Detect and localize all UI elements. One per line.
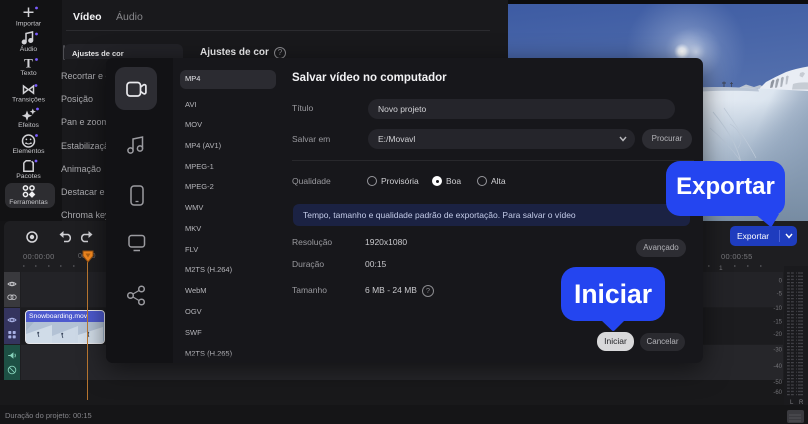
svg-text:Transições: Transições: [12, 97, 46, 104]
svg-text:Elementos: Elementos: [12, 148, 45, 155]
svg-text:-15: -15: [773, 320, 782, 326]
svg-text:Pacotes: Pacotes: [16, 173, 41, 180]
svg-text:-30: -30: [773, 348, 782, 354]
svg-text:-60: -60: [773, 390, 782, 396]
svg-text:Importar: Importar: [16, 20, 42, 27]
svg-text:Áudio: Áudio: [20, 44, 38, 53]
svg-text:0: 0: [779, 279, 783, 285]
svg-text:-20: -20: [773, 332, 782, 338]
svg-text:-5: -5: [777, 292, 783, 298]
svg-text:Efeitos: Efeitos: [18, 122, 39, 129]
svg-text:-10: -10: [773, 306, 782, 312]
svg-text:R: R: [799, 400, 804, 406]
svg-text:L: L: [790, 400, 794, 406]
svg-text:-50: -50: [773, 380, 782, 386]
svg-text:1: 1: [719, 265, 723, 271]
svg-text:Texto: Texto: [20, 70, 36, 77]
svg-text:-40: -40: [773, 364, 782, 370]
svg-text:Ferramentas: Ferramentas: [9, 199, 48, 206]
svg-text:T: T: [24, 56, 33, 71]
